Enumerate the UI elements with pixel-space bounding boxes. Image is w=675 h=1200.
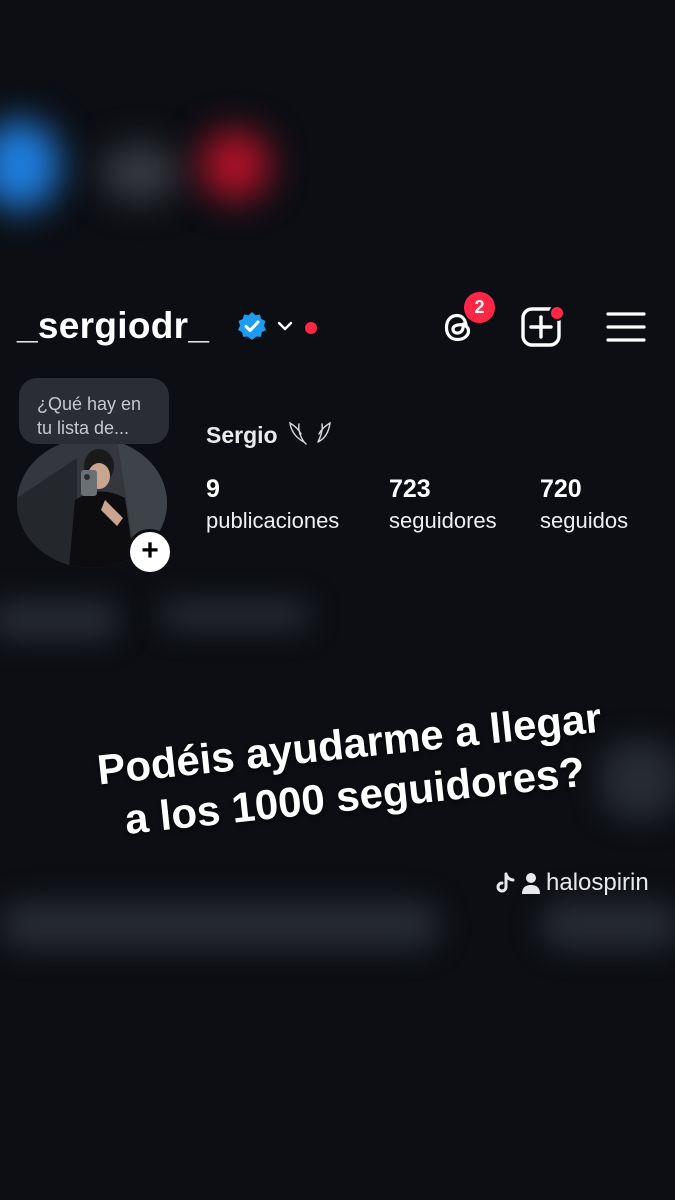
blurred-blue-shape [0, 120, 60, 210]
menu-icon[interactable] [604, 305, 648, 349]
verified-badge-icon [238, 312, 266, 340]
stat-label: seguidores [389, 508, 497, 533]
threads-badge: 2 [464, 292, 495, 323]
stat-value: 723 [389, 475, 431, 503]
user-icon [522, 873, 540, 894]
account-notification-dot [305, 322, 317, 334]
stat-posts[interactable]: 9 publicaciones [206, 474, 339, 538]
blurred-red-shape [200, 130, 270, 200]
chevron-down-icon[interactable] [276, 317, 294, 335]
stat-value: 9 [206, 475, 220, 503]
note-text-line1: ¿Qué hay en [37, 394, 142, 414]
display-name: Sergio [206, 422, 278, 448]
overlay-caption: Podéis ayudarme a llegar a los 1000 segu… [38, 686, 665, 854]
note-text-line2: tu lista de... [37, 418, 130, 438]
blurred-band [0, 900, 440, 950]
username[interactable]: _sergiodr_ [17, 305, 209, 347]
blurred-band [160, 600, 310, 630]
tiktok-watermark: halospirin [494, 868, 649, 898]
watermark-handle: halospirin [546, 869, 649, 896]
add-notification-dot [549, 305, 565, 321]
tiktok-logo-icon [496, 872, 515, 893]
stat-followers[interactable]: 723 seguidores [389, 474, 497, 538]
stat-label: seguidos [540, 508, 629, 533]
stat-following[interactable]: 720 seguidos [540, 474, 628, 538]
blurred-gray-shape [100, 145, 180, 200]
stat-value: 720 [540, 475, 582, 503]
blurred-band [540, 900, 675, 950]
add-story-button[interactable]: + [127, 529, 173, 575]
blurred-band [0, 600, 120, 640]
stat-label: publicaciones [206, 508, 340, 533]
note-bubble[interactable]: ¿Qué hay en tu lista de... [19, 378, 169, 444]
profile-header: _sergiodr_ 2 [0, 292, 675, 365]
wings-icon [289, 421, 331, 445]
